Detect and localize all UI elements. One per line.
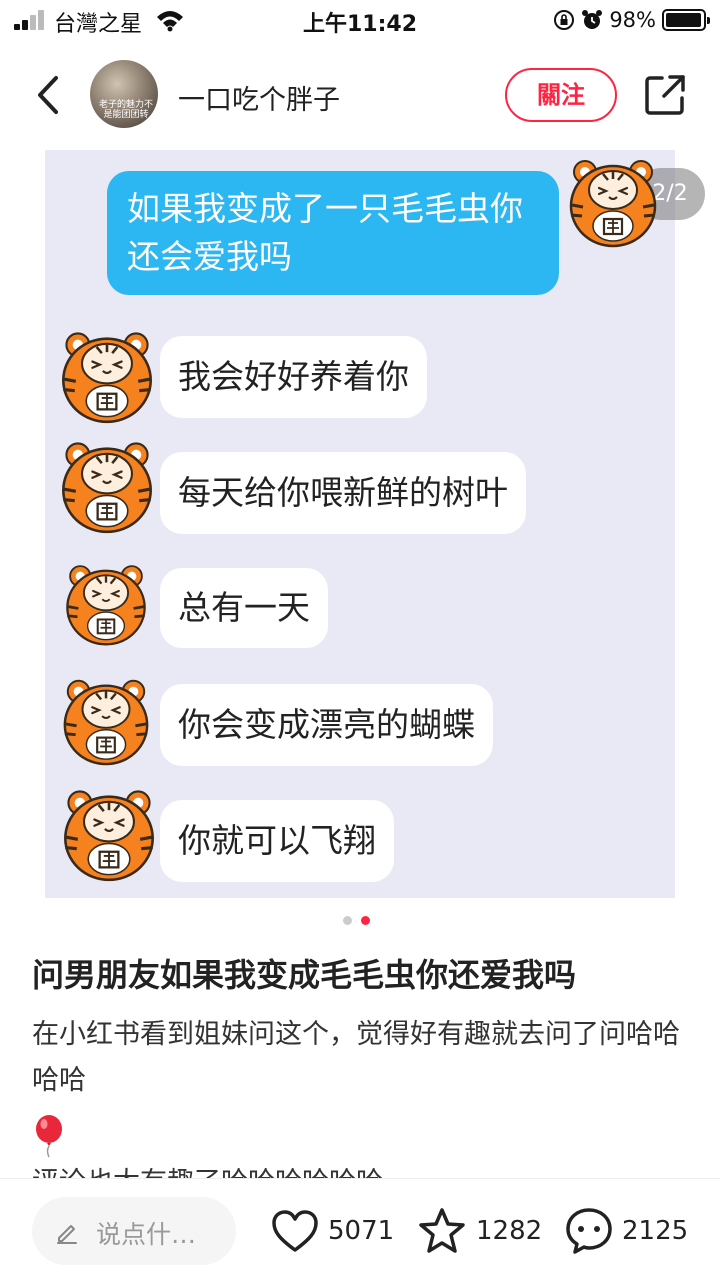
comment-count: 2125: [622, 1216, 689, 1246]
tiger-sticker-avatar: [62, 332, 152, 424]
heart-icon: [272, 1210, 318, 1252]
chat-bubble: 总有一天: [160, 568, 328, 648]
alarm-icon: [582, 10, 603, 29]
chat-bubble: 你就可以飞翔: [160, 800, 394, 882]
comment-bubble-icon: [566, 1208, 612, 1254]
post-body-overflow-text: 评论也太有趣了哈哈哈哈哈哈: [32, 1162, 692, 1178]
post-header: 老子的魅力不是能团团转 一口吃个胖子 關注: [0, 52, 720, 138]
page-indicator: [340, 916, 380, 928]
tiger-sticker-avatar: [64, 790, 154, 882]
tiger-sticker-avatar-mine: [569, 160, 657, 248]
tiger-sticker-avatar: [63, 679, 149, 766]
author-avatar[interactable]: 老子的魅力不是能团团转: [90, 60, 158, 128]
page-dot: [343, 916, 352, 925]
post-title: 问男朋友如果我变成毛毛虫你还爱我吗: [32, 956, 577, 994]
back-arrow-icon[interactable]: [30, 72, 66, 118]
balloon-emoji-icon: [36, 1115, 62, 1158]
post-body: 在小红书看到姐妹问这个，觉得好有趣就去问了问哈哈哈哈: [32, 1019, 680, 1096]
collect-button[interactable]: 1282: [416, 1203, 542, 1259]
chat-bubble: 我会好好养着你: [160, 336, 427, 418]
battery-percent: 98%: [609, 8, 656, 32]
avatar-caption: 老子的魅力不是能团团转: [98, 100, 153, 120]
pencil-icon: [57, 1225, 77, 1244]
like-button[interactable]: 5071: [270, 1203, 394, 1259]
follow-button[interactable]: 關注: [505, 68, 617, 122]
page-dot-active: [361, 916, 370, 925]
share-icon[interactable]: [642, 72, 688, 118]
rotation-lock-icon: [554, 10, 575, 30]
author-name[interactable]: 一口吃个胖子: [178, 78, 340, 117]
status-indicators: 98%: [553, 6, 710, 34]
comment-input[interactable]: 说点什…: [32, 1197, 236, 1265]
comment-button[interactable]: 2125: [564, 1203, 688, 1259]
comment-placeholder: 说点什…: [96, 1220, 197, 1249]
bottom-action-bar: 说点什… 5071 1282 2125: [0, 1178, 720, 1280]
chat-bubble: 你会变成漂亮的蝴蝶: [160, 684, 493, 766]
collect-count: 1282: [476, 1216, 543, 1246]
chat-bubble: 每天给你喂新鲜的树叶: [160, 452, 526, 534]
star-icon: [419, 1208, 465, 1253]
tiger-sticker-avatar: [66, 565, 146, 646]
post-body-overflow: 评论也太有趣了哈哈哈哈哈哈: [32, 1162, 692, 1178]
chat-bubble-mine: 如果我变成了一只毛毛虫你还会爱我吗: [107, 171, 559, 295]
tiger-sticker-avatar: [62, 442, 152, 534]
status-bar: 台灣之星 上午11:42 98%: [0, 0, 720, 40]
battery-icon: [662, 9, 710, 31]
like-count: 5071: [328, 1216, 395, 1246]
